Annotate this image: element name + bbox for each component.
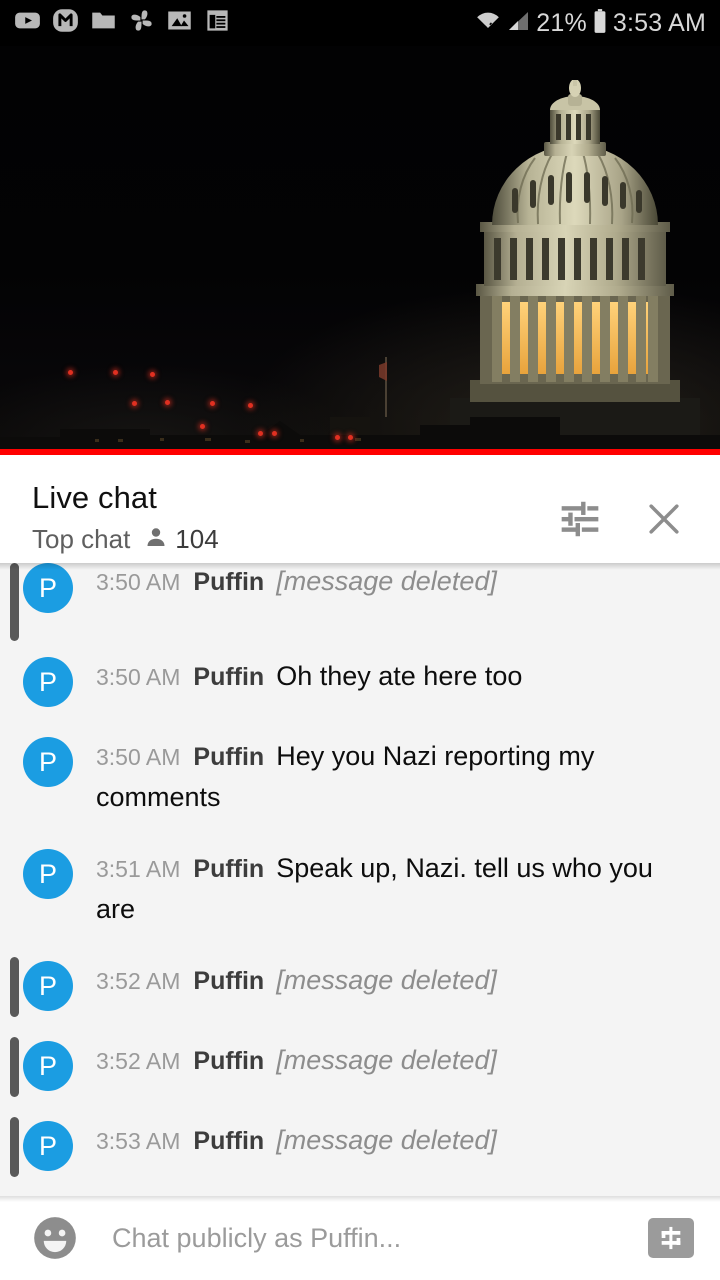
chat-message-row[interactable]: P3:53 AMPuffinWait til I livestream this…	[0, 1187, 720, 1196]
message-author[interactable]: Puffin	[193, 663, 264, 691]
message-timestamp: 3:53 AM	[96, 1128, 181, 1154]
chat-message-body: 3:50 AM Puffin Hey you Nazi reporting my c…	[96, 723, 694, 835]
city-skyline-silhouette	[0, 417, 720, 455]
tower-warning-light	[113, 370, 118, 375]
wifi-icon	[474, 8, 502, 39]
cell-signal-icon	[507, 9, 531, 38]
folder-icon	[90, 7, 117, 39]
tower-warning-light	[68, 370, 73, 375]
chat-message-body: 3:52 AM Puffin [message deleted]	[96, 1027, 694, 1098]
avatar-wrapper: P	[0, 1187, 96, 1196]
page-title: Live chat	[32, 480, 157, 515]
chat-message-body: 3:53 AM Puffin [message deleted]	[96, 1107, 694, 1178]
chat-message-row[interactable]: P 3:52 AM Puffin [message deleted]	[0, 1027, 720, 1107]
gallery-image-icon	[166, 7, 193, 39]
tower-warning-light	[150, 372, 155, 377]
person-icon	[144, 525, 168, 554]
status-bar: 21% 3:53 AM	[0, 0, 720, 46]
viewer-count-label: 104	[175, 524, 219, 554]
chat-message-body: 3:53 AMPuffinWait til I livestream this …	[96, 1187, 694, 1196]
avatar[interactable]: P	[23, 1121, 73, 1171]
input-bar-top-shadow	[0, 1196, 720, 1202]
youtube-icon	[14, 7, 41, 39]
chat-message-row[interactable]: P 3:52 AM Puffin [message deleted]	[0, 947, 720, 1027]
tower-warning-light	[210, 401, 215, 406]
message-text: Oh they ate here too	[276, 661, 523, 691]
tower-warning-light	[200, 424, 205, 429]
message-deleted-text: [message deleted]	[276, 566, 497, 596]
message-timestamp: 3:50 AM	[96, 744, 181, 770]
message-author[interactable]: Puffin	[193, 1047, 264, 1075]
chat-input-bar	[0, 1196, 720, 1280]
notepad-icon	[204, 7, 231, 39]
message-timestamp: 3:52 AM	[96, 968, 181, 994]
chat-message-body: 3:50 AM Puffin Oh they ate here too	[96, 643, 694, 714]
chat-message-input[interactable]	[112, 1222, 648, 1254]
chat-message-row[interactable]: P 3:51 AM Puffin Speak up, Nazi. tell us wh…	[0, 835, 720, 947]
deleted-message-indicator	[10, 563, 19, 641]
avatar[interactable]: P	[23, 737, 73, 787]
tower-warning-light	[258, 431, 263, 436]
message-author[interactable]: Puffin	[193, 568, 264, 596]
message-author[interactable]: Puffin	[193, 743, 264, 771]
chat-message-row[interactable]: P 3:50 AM Puffin Hey you Nazi reporting my …	[0, 723, 720, 835]
avatar-wrapper: P	[0, 643, 96, 707]
avatar[interactable]: P	[23, 657, 73, 707]
deleted-message-indicator	[10, 1037, 19, 1097]
avatar[interactable]: P	[23, 961, 73, 1011]
message-author[interactable]: Puffin	[193, 855, 264, 883]
chat-message-row[interactable]: P 3:50 AM Puffin Oh they ate here too	[0, 643, 720, 723]
avatar[interactable]: P	[23, 849, 73, 899]
live-chat-subheader: Top chat 104	[32, 524, 558, 554]
live-chat-header: Live chat Top chat 104	[0, 455, 720, 563]
message-timestamp: 3:50 AM	[96, 664, 181, 690]
tower-warning-light	[165, 400, 170, 405]
avatar-wrapper: P	[0, 723, 96, 787]
battery-icon	[592, 8, 608, 39]
message-timestamp: 3:51 AM	[96, 856, 181, 882]
tower-warning-light	[335, 435, 340, 440]
close-icon[interactable]	[642, 497, 686, 546]
video-player[interactable]	[0, 46, 720, 455]
chat-message-body: 3:50 AM Puffin [message deleted]	[96, 563, 694, 619]
emoji-smiley-icon[interactable]	[30, 1213, 80, 1263]
status-bar-notification-icons	[14, 7, 231, 39]
flag-pole-icon	[379, 357, 387, 417]
pinwheel-photos-icon	[128, 7, 155, 39]
deleted-message-indicator	[10, 957, 19, 1017]
avatar-wrapper: P	[0, 835, 96, 899]
dollar-superchat-icon[interactable]	[648, 1218, 694, 1258]
viewer-count-group: 104	[144, 524, 219, 554]
tower-warning-light	[272, 431, 277, 436]
chat-message-row[interactable]: P 3:53 AM Puffin [message deleted]	[0, 1107, 720, 1187]
deleted-message-indicator	[10, 1117, 19, 1177]
message-deleted-text: [message deleted]	[276, 1125, 497, 1155]
message-deleted-text: [message deleted]	[276, 965, 497, 995]
avatar[interactable]: P	[23, 563, 73, 613]
tune-sliders-icon[interactable]	[558, 497, 602, 546]
battery-percent-label: 21%	[536, 8, 587, 37]
chat-message-row[interactable]: P 3:50 AM Puffin [message deleted]	[0, 563, 720, 643]
messages-container: P 3:50 AM Puffin [message deleted] P 3:50 AM P…	[0, 563, 720, 1196]
chat-message-body: 3:52 AM Puffin [message deleted]	[96, 947, 694, 1018]
status-bar-system-icons: 21% 3:53 AM	[474, 8, 706, 39]
avatar[interactable]: P	[23, 1041, 73, 1091]
tower-warning-light	[248, 403, 253, 408]
message-timestamp: 3:52 AM	[96, 1048, 181, 1074]
status-bar-clock: 3:53 AM	[612, 8, 706, 37]
live-chat-message-list[interactable]: P 3:50 AM Puffin [message deleted] P 3:50 AM P…	[0, 563, 720, 1196]
chat-mode-label[interactable]: Top chat	[32, 524, 130, 554]
chat-message-body: 3:51 AM Puffin Speak up, Nazi. tell us who…	[96, 835, 694, 947]
tower-warning-light	[348, 435, 353, 440]
live-chat-header-actions	[558, 497, 686, 546]
message-author[interactable]: Puffin	[193, 967, 264, 995]
message-author[interactable]: Puffin	[193, 1127, 264, 1155]
message-deleted-text: [message deleted]	[276, 1045, 497, 1075]
message-timestamp: 3:50 AM	[96, 569, 181, 595]
m-app-icon	[52, 7, 79, 39]
tower-warning-light	[132, 401, 137, 406]
live-chat-header-text: Live chat Top chat 104	[32, 479, 558, 554]
